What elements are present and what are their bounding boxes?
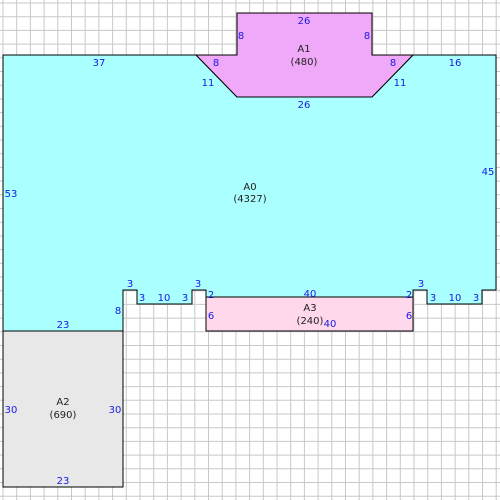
dim-notch2-left: 3: [418, 279, 424, 290]
area-a3-name: A3: [303, 303, 316, 314]
dim-a3-top: 40: [304, 289, 317, 300]
dim-a2-right: 30: [109, 405, 122, 416]
dim-a0-left: 53: [5, 189, 18, 200]
dim-a1-top: 26: [298, 16, 311, 27]
area-a0-name: A0: [243, 182, 256, 193]
dim-notch1-left: 3: [127, 279, 133, 290]
dim-notch1-inner-right: 3: [182, 293, 188, 304]
area-a1-name: A1: [297, 44, 310, 55]
dim-a1-left-slope: 11: [202, 78, 215, 89]
dim-a2-bottom: 23: [57, 476, 70, 487]
dim-a2-left: 30: [5, 405, 18, 416]
dim-a1-right-step: 8: [390, 58, 396, 69]
dim-a3-step-left: 2: [208, 290, 214, 301]
dim-a3-bottom: 40: [324, 319, 337, 330]
dim-notch2-bottom: 10: [449, 293, 462, 304]
dim-notch1-bottom: 10: [158, 293, 171, 304]
area-a2-value: (690): [50, 410, 77, 421]
dim-a1-left-upper: 8: [238, 31, 244, 42]
dim-a2-top: 23: [57, 320, 70, 331]
dim-a3-step-right: 2: [406, 290, 412, 301]
area-a3-value: (240): [297, 316, 324, 327]
dim-a1-left-step: 8: [213, 58, 219, 69]
dim-a0-top-left: 37: [93, 58, 106, 69]
dim-a3-right: 6: [406, 311, 412, 322]
dim-notch2-inner-right: 3: [473, 293, 479, 304]
area-a2-name: A2: [56, 397, 69, 408]
dim-a0-right: 45: [482, 167, 495, 178]
dim-a1-right-slope: 11: [394, 78, 407, 89]
dim-a0-top-right: 16: [449, 58, 462, 69]
area-a2-shape: [2, 330, 124, 488]
dim-a1-right-upper: 8: [364, 31, 370, 42]
dim-notch2-inner-left: 3: [430, 293, 436, 304]
area-a1-value: (480): [291, 57, 318, 68]
dim-a0-left-step: 8: [115, 306, 121, 317]
dim-notch1-inner-left: 3: [139, 293, 145, 304]
dim-a1-bottom: 26: [298, 100, 311, 111]
floor-plan-diagram: 26 8 8 8 8 11 11 26 37 16 53 45 3 3 10 3…: [0, 0, 500, 500]
dim-notch1-right: 3: [195, 279, 201, 290]
dim-a3-left: 6: [208, 311, 214, 322]
area-a0-value: (4327): [233, 194, 266, 205]
